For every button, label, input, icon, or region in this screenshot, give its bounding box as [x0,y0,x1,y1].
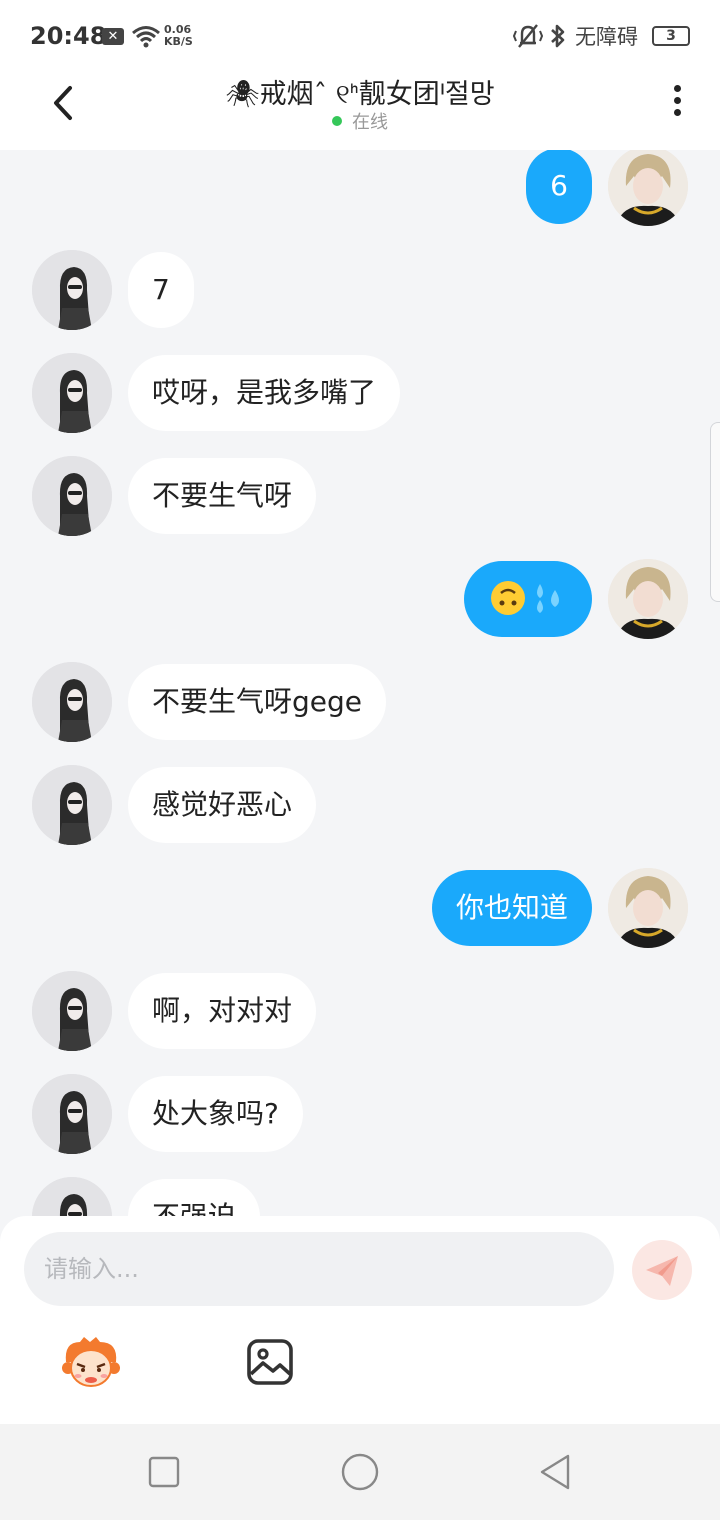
more-options-icon[interactable] [670,82,684,122]
paper-plane-icon [646,1256,678,1286]
message-row: 你也知道 [0,868,720,952]
my-avatar[interactable] [608,868,688,948]
status-bar: 20:48 ✕ 0.06 KB/S 无障碍 3 [0,0,720,72]
avatar-image [608,868,688,948]
message-row: 6 [0,150,720,230]
contact-avatar[interactable] [32,1074,112,1154]
side-scroll-tab[interactable] [710,422,720,602]
message-row: 啊，对对对 [0,971,720,1055]
status-right: 无障碍 3 [513,22,690,50]
online-status: 在线 [0,108,720,134]
message-bubble[interactable]: 感觉好恶心 [128,767,317,843]
contact-avatar[interactable] [32,765,112,845]
message-list[interactable]: 6 7 哎呀，是我多嘴了 不要生气呀 不要生气呀gege 感觉好恶心 你也知道 … [0,150,720,1216]
avatar-image [32,353,112,433]
message-bubble[interactable]: 啊，对对对 [128,973,317,1049]
sweat-droplets-emoji-icon [537,584,559,613]
avatar-image [608,559,688,639]
system-navigation-bar [0,1424,720,1520]
chat-title: 🕷戒烟ˆ ୧ᑋ靓女团ᑊ절망 [225,79,495,110]
contact-avatar[interactable] [32,1177,112,1216]
bluetooth-icon [551,24,565,48]
network-speed-unit: KB/S [164,35,193,48]
avatar-image [32,1177,112,1216]
contact-avatar[interactable] [32,353,112,433]
message-bubble[interactable]: 7 [128,252,194,328]
message-input[interactable] [24,1232,614,1306]
network-speed: 0.06 KB/S [164,24,193,48]
home-circle-icon[interactable] [340,1452,380,1492]
online-dot-icon [332,116,342,126]
message-bubble[interactable]: 6 [526,150,592,224]
avatar-image [32,456,112,536]
cartoon-face-sticker-icon [62,1337,120,1387]
vibrate-bell-icon [513,24,543,48]
notification-x-icon: ✕ [102,28,124,45]
message-bubble[interactable]: 不要生气呀 [128,458,317,534]
message-bubble[interactable]: 处大象吗? [128,1076,303,1152]
message-row: 不要生气呀gege [0,662,720,746]
my-avatar[interactable] [608,150,688,226]
back-triangle-icon[interactable] [536,1452,576,1492]
more-dot [673,109,681,116]
message-row: 7 [0,250,720,334]
recents-square-icon[interactable] [144,1452,184,1492]
upside-down-face-emoji-icon [491,581,525,615]
sticker-button[interactable] [60,1336,122,1390]
more-dot [673,85,681,92]
message-row: 哎呀，是我多嘴了 [0,353,720,437]
my-avatar[interactable] [608,559,688,639]
contact-avatar[interactable] [32,250,112,330]
message-row [0,559,720,643]
avatar-image [32,250,112,330]
avatar-image [32,971,112,1051]
message-bubble[interactable]: 你也知道 [431,870,592,946]
more-dot [673,97,681,104]
message-bubble-emoji[interactable] [464,561,592,637]
image-button[interactable] [246,1338,294,1386]
message-row: 感觉好恶心 [0,765,720,849]
send-button[interactable] [632,1240,692,1300]
message-bubble[interactable]: 不强迫 [128,1179,261,1216]
battery-indicator: 3 [652,26,690,46]
contact-avatar[interactable] [32,662,112,742]
contact-avatar[interactable] [32,456,112,536]
input-panel [0,1216,720,1424]
message-row: 处大象吗? [0,1074,720,1158]
message-bubble[interactable]: 不要生气呀gege [128,664,387,740]
avatar-image [608,150,688,226]
accessibility-label: 无障碍 [575,25,638,49]
contact-avatar[interactable] [32,971,112,1051]
message-row: 不强迫 [0,1177,720,1216]
avatar-image [32,765,112,845]
online-status-label: 在线 [352,112,388,133]
image-icon [247,1339,293,1385]
avatar-image [32,662,112,742]
message-bubble[interactable]: 哎呀，是我多嘴了 [128,355,401,431]
chat-header: 🕷戒烟ˆ ୧ᑋ靓女团ᑊ절망 在线 [0,72,720,150]
status-time: 20:48 [30,22,107,50]
message-row: 不要生气呀 [0,456,720,540]
avatar-image [32,1074,112,1154]
wifi-icon [132,26,160,48]
